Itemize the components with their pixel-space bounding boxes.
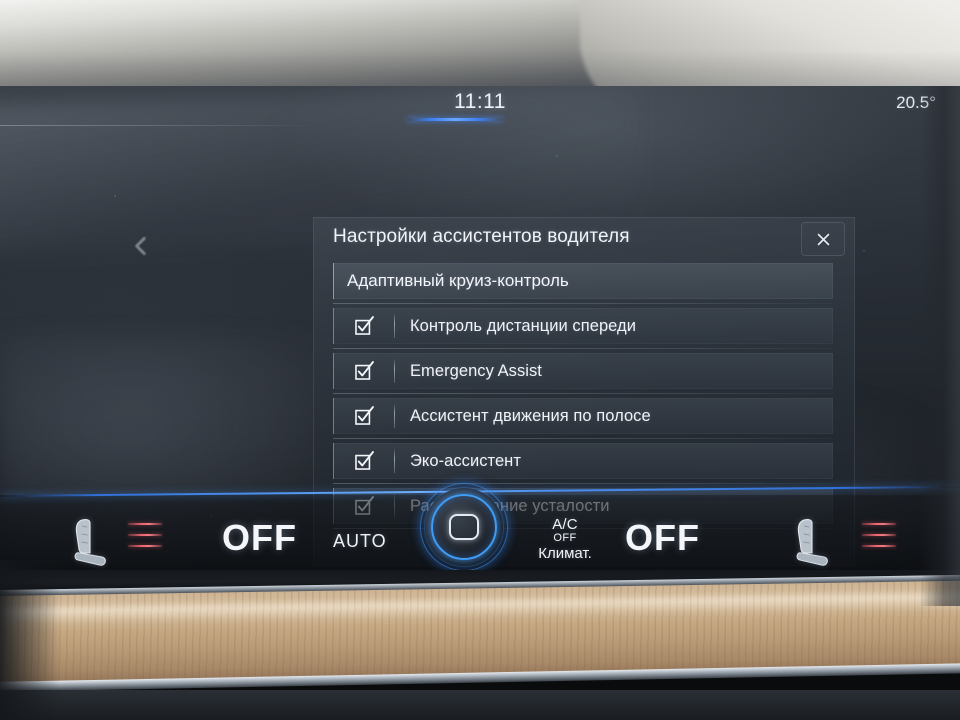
heat-line — [862, 534, 896, 536]
clock-label: 11:11 — [454, 90, 506, 113]
dialog-title: Настройки ассистентов водителя — [333, 226, 630, 247]
heat-line — [128, 545, 162, 547]
heat-line — [128, 523, 162, 525]
heat-line — [128, 534, 162, 536]
dialog-title-bar: Настройки ассистентов водителя — [313, 217, 855, 262]
checkbox-checked-icon[interactable] — [354, 360, 374, 381]
status-bar: 11:11 20.5° — [0, 86, 960, 124]
list-item-label: Ассистент движения по полосе — [410, 406, 651, 425]
close-icon — [817, 233, 829, 245]
list-item[interactable]: Эко-ассистент — [333, 443, 833, 484]
lower-dashboard-panel — [0, 690, 960, 720]
right-temperature-value[interactable]: OFF — [625, 517, 700, 559]
home-knob-icon[interactable] — [420, 483, 508, 571]
left-temperature-value[interactable]: OFF — [222, 517, 297, 559]
list-item[interactable]: Emergency Assist — [333, 353, 833, 394]
list-header-label: Адаптивный круиз-контроль — [347, 271, 569, 290]
list-item-label: Контроль дистанции спереди — [410, 316, 636, 335]
heat-line — [862, 523, 896, 525]
screen-edge-line — [0, 125, 320, 126]
checkbox-cell[interactable] — [333, 360, 394, 381]
list-item[interactable]: Контроль дистанции спереди — [333, 308, 833, 349]
seat-heating-left-icon[interactable] — [66, 517, 112, 569]
list-item-label: Emergency Assist — [410, 361, 542, 380]
chevron-left-icon[interactable] — [128, 233, 154, 259]
checkbox-checked-icon[interactable] — [354, 315, 374, 336]
seat-heat-level-left-icon[interactable] — [128, 523, 162, 563]
seat-heating-right-icon[interactable] — [788, 517, 834, 569]
checkbox-cell[interactable] — [333, 450, 394, 471]
list-item-label: Эко-ассистент — [410, 451, 521, 470]
clock-underline-indicator — [407, 118, 503, 121]
ac-label: A/C — [552, 516, 578, 533]
checkbox-cell[interactable] — [333, 315, 394, 336]
checkbox-cell[interactable] — [333, 405, 394, 426]
list-header-row-adaptive-cruise[interactable]: Адаптивный круиз-контроль — [333, 263, 833, 304]
close-button[interactable] — [801, 222, 845, 256]
knob-center-glyph — [449, 514, 479, 540]
heat-line — [862, 545, 896, 547]
checkbox-checked-icon[interactable] — [354, 405, 374, 426]
seat-heat-level-right-icon[interactable] — [862, 523, 896, 563]
infotainment-screenshot: 11:11 20.5° Настройки ассистентов водите… — [0, 0, 960, 720]
right-bezel-shadow — [920, 86, 960, 606]
list-item[interactable]: Ассистент движения по полосе — [333, 398, 833, 439]
climate-label: Климат. — [538, 545, 592, 562]
ac-climate-button[interactable]: A/C OFF Климат. — [528, 517, 602, 562]
auto-mode-button[interactable]: AUTO — [333, 531, 387, 552]
left-shadow-vignette — [0, 560, 60, 720]
checkbox-checked-icon[interactable] — [354, 450, 374, 471]
ac-state-label: OFF — [553, 532, 577, 544]
